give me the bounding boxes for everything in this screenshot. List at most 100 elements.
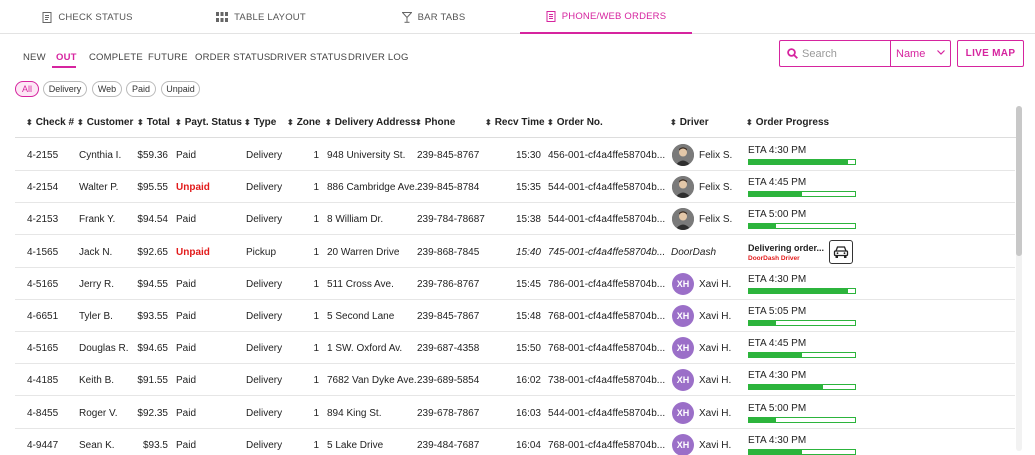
table-row[interactable]: 4-8455 Roger V. $92.35 Paid Delivery 1 894 Kin… [15, 397, 1015, 429]
col-type[interactable]: ⬍ Type [244, 117, 276, 128]
driver-avatar [672, 144, 694, 166]
cell-recv-time: 16:04 [515, 439, 541, 451]
cell-customer: Jerry R. [79, 278, 114, 290]
progress-fill [749, 192, 802, 197]
subtab-active-indicator [52, 66, 76, 68]
scrollbar-track[interactable] [1016, 106, 1022, 451]
cell-order-no: 786-001-cf4a4ffe58704b... [548, 278, 666, 290]
cell-total: $92.65 [137, 246, 168, 258]
cell-zone: 1 [313, 439, 319, 451]
driver-avatar [672, 176, 694, 199]
subtab-driver-log[interactable]: DRIVER LOG [348, 52, 409, 63]
search-input[interactable] [802, 42, 888, 65]
table-row[interactable]: 4-1565 Jack N. $92.65 Unpaid Pickup 1 20 Warre… [15, 236, 1015, 268]
col-delivery-address[interactable]: ⬍ Delivery Address [325, 117, 416, 128]
search-box: Name [779, 40, 951, 67]
cell-order-no: 768-001-cf4a4ffe58704b... [548, 343, 666, 355]
table-row[interactable]: 4-6651 Tyler B. $93.55 Paid Delivery 1 5 Secon… [15, 300, 1015, 332]
table-row[interactable]: 4-2155 Cynthia I. $59.36 Paid Delivery 1 948 U… [15, 139, 1015, 171]
progress-fill [749, 224, 776, 229]
chevron-down-icon [937, 50, 945, 55]
cell-payt-status: Paid [176, 407, 197, 419]
driver-avatar [672, 208, 694, 231]
filter-chip-paid[interactable]: Paid [126, 81, 156, 97]
eta-label: ETA 5:00 PM [748, 209, 807, 221]
track-driver-button[interactable] [829, 239, 853, 264]
subtab-future[interactable]: FUTURE [148, 52, 188, 63]
cell-payt-status: Unpaid [176, 246, 210, 258]
cell-recv-time: 15:50 [515, 343, 541, 355]
tab-table-layout[interactable]: TABLE LAYOUT [175, 0, 347, 34]
table-row[interactable]: 4-9447 Sean K. $93.5 Paid Delivery 1 5 Lake Dr… [15, 429, 1015, 455]
cell-customer: Jack N. [79, 246, 113, 258]
progress-bar [748, 287, 856, 294]
search-field-select[interactable]: Name [891, 41, 950, 66]
document-icon [546, 10, 556, 22]
subtab-order-status[interactable]: ORDER STATUS [195, 52, 270, 63]
tab-check-status[interactable]: CHECK STATUS [0, 0, 175, 34]
cell-type: Delivery [246, 214, 283, 226]
cell-recv-time: 15:38 [515, 214, 541, 226]
table-row[interactable]: 4-5165 Douglas R. $94.65 Paid Delivery 1 1 SW.… [15, 332, 1015, 365]
cell-customer: Frank Y. [79, 214, 116, 226]
cell-check: 4-6651 [27, 311, 59, 322]
car-icon [833, 245, 849, 258]
tab-phone-web-orders[interactable]: PHONE/WEB ORDERS [520, 0, 692, 34]
col-check[interactable]: ⬍ Check # [26, 117, 74, 128]
tab-label: TABLE LAYOUT [234, 11, 306, 23]
filter-chip-unpaid[interactable]: Unpaid [161, 81, 200, 97]
cell-address: 1 SW. Oxford Av. [327, 343, 403, 355]
cell-customer: Walter P. [79, 182, 119, 194]
col-order-no[interactable]: ⬍ Order No. [547, 117, 603, 128]
filter-chip-all[interactable]: All [15, 81, 39, 97]
cell-order-no: 544-001-cf4a4ffe58704b... [548, 214, 666, 226]
col-payt-status[interactable]: ⬍ Payt. Status [175, 117, 242, 128]
col-total[interactable]: ⬍ Total [137, 117, 170, 128]
col-zone[interactable]: ⬍ Zone [287, 117, 321, 128]
col-phone[interactable]: ⬍ Phone [415, 117, 455, 128]
driver-avatar: XH [672, 401, 694, 424]
table-row[interactable]: 4-2154 Walter P. $95.55 Unpaid Delivery 1 886 … [15, 171, 1015, 204]
col-customer[interactable]: ⬍ Customer [77, 117, 133, 128]
cell-driver: Felix S. [699, 150, 733, 161]
driver-photo-icon [672, 176, 694, 199]
cell-payt-status: Paid [176, 375, 197, 387]
filter-chip-web[interactable]: Web [92, 81, 122, 97]
cell-type: Delivery [246, 407, 283, 419]
progress-bar [748, 416, 856, 423]
progress-fill [749, 321, 776, 325]
cell-phone: 239-484-7687 [417, 439, 480, 451]
subtab-driver-status[interactable]: DRIVER STATUS [270, 52, 347, 63]
progress-fill [749, 449, 802, 454]
subtab-out[interactable]: OUT [56, 52, 77, 63]
col-driver[interactable]: ⬍ Driver [670, 117, 709, 128]
cell-address: 886 Cambridge Ave. [327, 182, 418, 194]
table-row[interactable]: 4-5165 Jerry R. $94.55 Paid Delivery 1 511 Cro… [15, 268, 1015, 300]
table-header: ⬍ Check # ⬍ Customer ⬍ Total ⬍ Payt. Status … [15, 108, 1020, 138]
search-field-value: Name [896, 47, 926, 60]
cell-payt-status: Paid [176, 311, 197, 322]
cell-phone: 239-689-5854 [417, 375, 480, 387]
progress-fill [749, 353, 802, 358]
subtab-new[interactable]: NEW [23, 52, 46, 63]
col-order-progress[interactable]: ⬍ Order Progress [746, 117, 829, 128]
cell-total: $93.55 [137, 311, 168, 322]
cell-check: 4-5165 [27, 278, 59, 290]
cell-type: Delivery [246, 439, 283, 451]
eta-label: ETA 4:45 PM [748, 177, 807, 189]
table-row[interactable]: 4-4185 Keith B. $91.55 Paid Delivery 1 7682 Va… [15, 364, 1015, 397]
filter-chip-delivery[interactable]: Delivery [43, 81, 87, 97]
cell-customer: Roger V. [79, 407, 118, 419]
cell-phone: 239-678-7867 [417, 407, 480, 419]
cell-zone: 1 [313, 375, 319, 387]
cell-zone: 1 [313, 407, 319, 419]
tab-bar-tabs[interactable]: BAR TABS [347, 0, 520, 34]
table-row[interactable]: 4-2153 Frank Y. $94.54 Paid Delivery 1 8 Willi… [15, 203, 1015, 236]
scrollbar-thumb[interactable] [1016, 106, 1022, 256]
subtab-complete[interactable]: COMPLETE [89, 52, 143, 63]
live-map-button[interactable]: LIVE MAP [957, 40, 1024, 67]
cell-address: 511 Cross Ave. [327, 278, 394, 290]
col-recv-time[interactable]: ⬍ Recv Time [485, 117, 545, 128]
cell-driver: Xavi H. [699, 278, 732, 290]
progress-bar [748, 352, 856, 359]
